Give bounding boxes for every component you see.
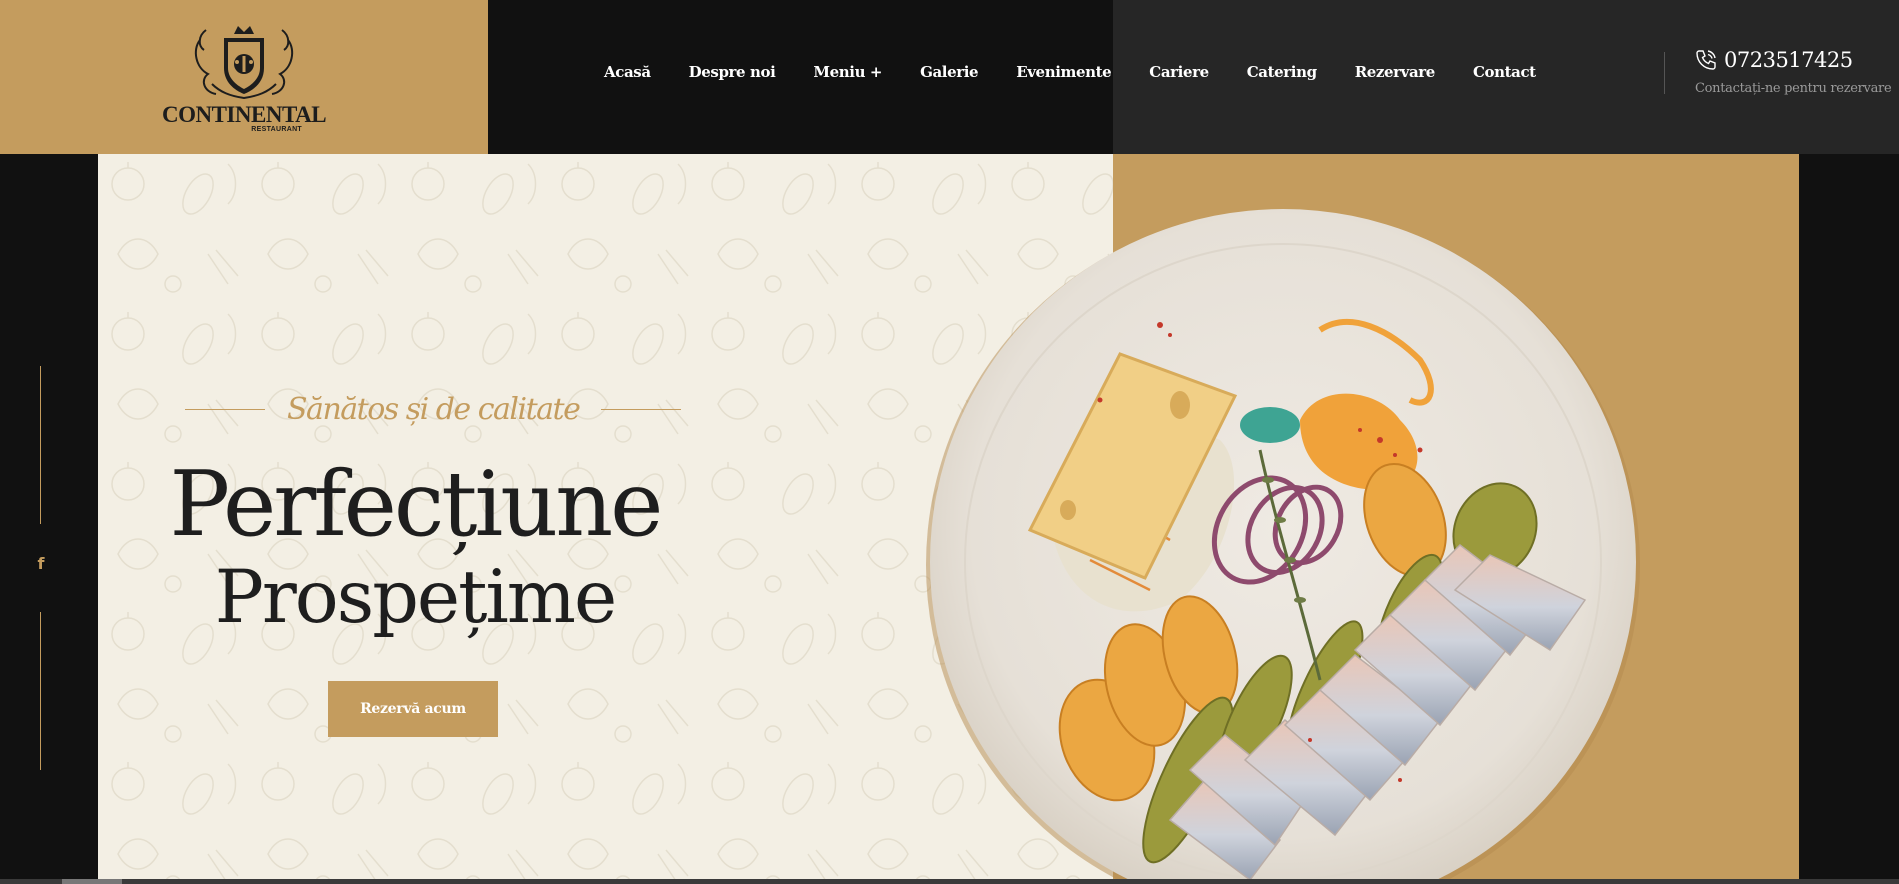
scrollbar-thumb[interactable]	[62, 879, 122, 884]
food-plate-image	[926, 209, 1640, 884]
horizontal-scrollbar[interactable]	[0, 879, 1899, 884]
